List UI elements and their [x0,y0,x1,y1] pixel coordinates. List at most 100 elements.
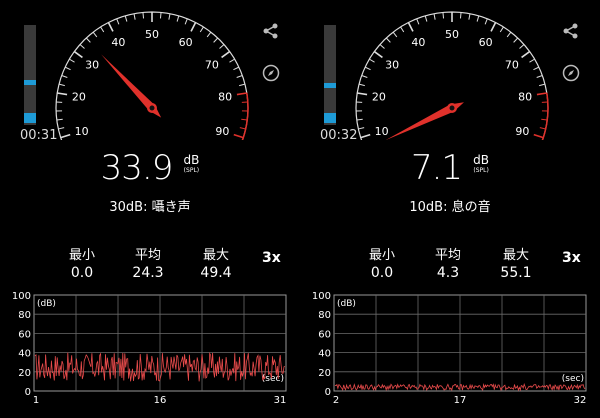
level-peak-bar [324,83,336,88]
compass-icon[interactable] [562,64,580,82]
gauge-label: 90 [215,125,229,138]
decibel-reading: 33.9 dB (SPL) [0,148,300,188]
stat-min-label: 最小 [368,248,395,263]
gauge-tick [358,83,365,87]
level-meter [324,25,336,125]
gauge-tick [57,92,68,96]
level-current-bar [24,113,36,123]
gauge-tick [364,66,371,71]
gauge-tick [424,15,428,22]
stat-max-label: 最大 [202,248,229,263]
gauge-tick [369,58,375,63]
graph-x-tick: 16 [154,395,167,406]
graph-y-tick: 80 [318,310,331,321]
speed-multiplier-button[interactable]: 3x [262,250,281,266]
gauge-tick [519,44,525,49]
gauge-tick [69,58,75,63]
stat-avg-label: 平均 [434,248,461,263]
meter-panel-2: 00:32 0102030405060708090100 7.1 dB (SPL… [300,0,600,418]
graph-x-tick: 17 [454,395,467,406]
gauge-tick [56,118,63,121]
unit-db: dB [473,153,490,167]
gauge-tick [233,133,244,139]
gauge-tick [476,15,480,22]
gauge-tick [184,18,188,25]
gauge-tick [385,37,391,43]
gauge-tick [221,50,231,59]
gauge-label: 40 [411,36,425,49]
history-graph: 1008060402001 16 31(dB)(sec) [12,292,287,406]
gauge-tick [124,15,128,22]
stat-max: 最大 55.1 [486,244,546,281]
stat-max: 最大 49.4 [186,244,246,281]
unit-spl: (SPL) [473,167,489,174]
stat-min-value: 0.0 [370,265,394,281]
gauge-tick [533,133,544,139]
gauge-tick [133,13,136,20]
gauge-tick [206,31,212,38]
gauge-tick [521,50,531,59]
gauge-tick [541,118,548,121]
gauge-tick [190,22,197,32]
gauge-label: 80 [518,90,532,103]
gauge-tick [229,58,235,63]
gauge-tick [536,92,547,96]
gauge-tick [236,92,247,96]
graph-y-tick: 0 [325,387,331,398]
graph-unit-label: (dB) [37,299,56,309]
graph-y-tick: 60 [18,329,31,340]
meter-panel-1: 00:31 0102030405060708090100 33.9 dB (SP… [0,0,300,418]
gauge-tick [236,75,243,78]
graph-y-tick: 100 [12,292,31,302]
gauge-tick [468,13,471,20]
gauge-tick [85,37,91,43]
share-icon[interactable] [562,22,580,40]
gauge-tick [58,127,65,130]
gauge-tick [442,12,445,19]
gauge-tick [506,31,512,38]
gauge-tick [107,22,114,32]
stat-min: 最小 0.0 [352,244,412,281]
gauge-tick [373,50,383,59]
gauge-tick [358,127,365,130]
gauge-tick [356,118,363,121]
gauge-hub-center [149,105,155,111]
reading-value: 7.1 [410,148,463,188]
speed-multiplier-button[interactable]: 3x [562,250,581,266]
gauge-tick [100,26,105,33]
share-icon[interactable] [262,22,280,40]
level-current-bar [324,113,336,123]
gauge-label: 90 [515,125,529,138]
unit-db: dB [183,153,200,167]
graph-y-tick: 0 [25,387,31,398]
gauge-label: 20 [72,90,86,103]
stat-min-value: 0.0 [70,265,94,281]
gauge-label: 50 [145,28,159,41]
gauge-tick [357,92,368,96]
gauge-tick [58,83,65,87]
level-meter [24,25,36,125]
graph-y-tick: 60 [318,329,331,340]
gauge-label: 10 [375,125,389,138]
gauge-label: 70 [205,59,219,72]
gauge-tick [61,75,68,78]
gauge-tick [416,18,420,25]
gauge-tick [499,26,504,33]
stat-max-value: 55.1 [500,265,532,281]
gauge-tick [142,12,145,19]
graph-y-tick: 40 [318,349,331,360]
graph-y-tick: 80 [18,310,31,321]
reading-value: 33.9 [100,148,174,188]
gauge-tick [241,118,248,121]
history-graph: 100 80 60 40 20 02 17 32 (dB) (sec) [312,292,587,406]
gauge-tick [168,13,171,20]
gauge-tick [379,44,385,49]
gauge-tick [539,83,546,87]
gauge-label: 30 [385,59,399,72]
gauge-tick [60,133,71,139]
stat-avg: 平均 4.3 [418,244,478,281]
graph-sec-label: (sec) [562,374,584,384]
gauge-tick [539,127,546,130]
gauge-tick [361,75,368,78]
compass-icon[interactable] [262,64,280,82]
